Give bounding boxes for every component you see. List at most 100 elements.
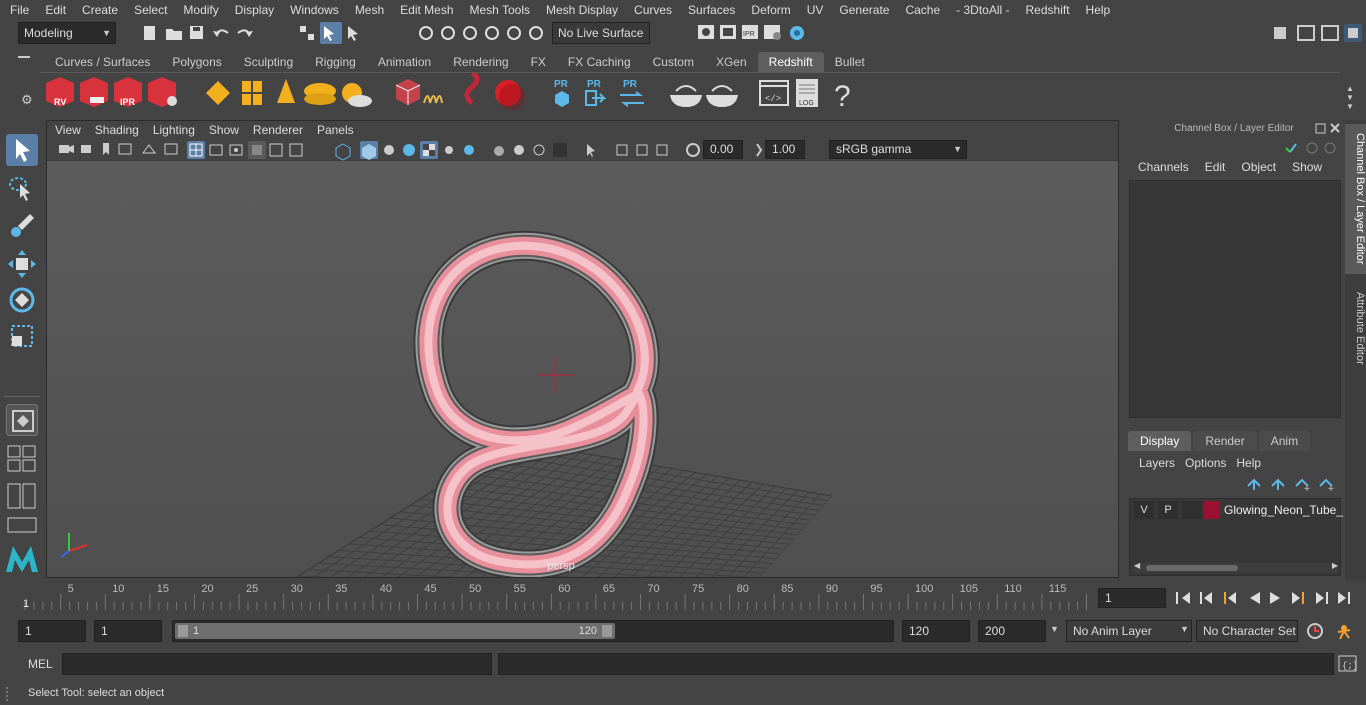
select-by-object-icon[interactable] bbox=[348, 26, 358, 41]
help-icon[interactable]: ? bbox=[834, 80, 851, 113]
play-forward-icon[interactable] bbox=[1270, 592, 1280, 604]
gamma-field[interactable]: 1.00 bbox=[765, 140, 805, 159]
safe-action-icon[interactable] bbox=[269, 143, 283, 157]
xray-icon[interactable] bbox=[423, 144, 435, 156]
shelf-menu-icon[interactable] bbox=[18, 56, 30, 58]
tab-attribute-editor[interactable]: Attribute Editor bbox=[1345, 282, 1366, 374]
viewport-menu-lighting[interactable]: Lighting bbox=[145, 121, 201, 139]
camera-attributes-icon[interactable] bbox=[81, 145, 91, 153]
open-scene-icon[interactable] bbox=[166, 29, 182, 40]
channel-box-menu-object[interactable]: Object bbox=[1233, 160, 1284, 174]
viewport-menu-panels[interactable]: Panels bbox=[309, 121, 360, 139]
anim-layer-dropdown[interactable]: No Anim Layer bbox=[1066, 620, 1192, 642]
show-manipulator-icon[interactable] bbox=[6, 404, 38, 436]
viewport-menu-show[interactable]: Show bbox=[201, 121, 245, 139]
shelf-tab-custom[interactable]: Custom bbox=[641, 52, 705, 72]
step-back-key-icon[interactable] bbox=[1200, 592, 1212, 604]
menu-edit[interactable]: Edit bbox=[36, 0, 73, 20]
pr-swap-icon[interactable]: PR bbox=[620, 79, 644, 107]
attribute-editor-toggle-icon[interactable] bbox=[1297, 25, 1315, 41]
render-frame-icon[interactable] bbox=[720, 25, 736, 39]
volume-icon[interactable] bbox=[464, 70, 480, 105]
hair-icon[interactable] bbox=[423, 95, 443, 104]
gate-mask-icon[interactable] bbox=[229, 144, 243, 156]
exposure-icon[interactable] bbox=[686, 143, 700, 157]
shading-wireframe-icon[interactable] bbox=[335, 143, 351, 161]
play-backward-icon[interactable] bbox=[1250, 592, 1260, 604]
menu-surfaces[interactable]: Surfaces bbox=[679, 0, 742, 20]
layer-visibility-toggle[interactable]: V bbox=[1134, 501, 1154, 519]
menu-edit-mesh[interactable]: Edit Mesh bbox=[391, 0, 460, 20]
channel-box-area[interactable] bbox=[1129, 180, 1341, 418]
hyper-icon[interactable] bbox=[1324, 142, 1336, 154]
sun-light-icon[interactable] bbox=[342, 83, 372, 107]
rotate-tool-icon[interactable] bbox=[6, 284, 38, 316]
layer-tab-display[interactable]: Display bbox=[1128, 431, 1192, 451]
select-by-hierarchy-icon[interactable] bbox=[300, 26, 314, 40]
move-tool-icon[interactable] bbox=[6, 248, 38, 280]
snap-view-plane-icon[interactable] bbox=[485, 26, 499, 40]
menu-3dtoall[interactable]: - 3DtoAll - bbox=[947, 0, 1016, 20]
safe-title-icon[interactable] bbox=[289, 143, 303, 157]
step-back-frame-icon[interactable] bbox=[1224, 592, 1236, 604]
menu-modify[interactable]: Modify bbox=[174, 0, 225, 20]
hypershade-icon[interactable] bbox=[790, 26, 804, 40]
channel-box-menu-channels[interactable]: Channels bbox=[1130, 160, 1197, 174]
animation-preferences-icon[interactable] bbox=[1337, 625, 1351, 640]
layer-tab-anim[interactable]: Anim bbox=[1258, 431, 1311, 451]
redshift-ipr-icon[interactable]: IPR bbox=[114, 77, 142, 107]
snap-curve-icon[interactable] bbox=[441, 26, 455, 40]
menu-mesh-display[interactable]: Mesh Display bbox=[537, 0, 625, 20]
menu-select[interactable]: Select bbox=[125, 0, 174, 20]
snap-point-icon[interactable] bbox=[463, 26, 477, 40]
image-plane-icon[interactable] bbox=[118, 143, 132, 155]
ipr-render-icon[interactable]: IPR bbox=[742, 25, 758, 39]
proxy-icon[interactable] bbox=[395, 79, 421, 105]
gamma-icon[interactable] bbox=[756, 143, 763, 157]
go-to-end-icon[interactable] bbox=[1338, 592, 1350, 604]
bookmark-icon[interactable] bbox=[103, 143, 109, 155]
motion-blur-icon[interactable] bbox=[533, 144, 545, 156]
shelf-settings-icon[interactable]: ⚙ bbox=[21, 92, 33, 108]
script-editor-icon[interactable]: </> bbox=[759, 80, 789, 106]
shelf-tab-polygons[interactable]: Polygons bbox=[161, 52, 233, 72]
menu-display[interactable]: Display bbox=[226, 0, 281, 20]
axis-manip-icon[interactable] bbox=[1285, 143, 1297, 153]
menu-redshift[interactable]: Redshift bbox=[1017, 0, 1077, 20]
modeling-toolkit-icon[interactable] bbox=[1274, 27, 1286, 39]
paint-select-tool-icon[interactable] bbox=[6, 210, 38, 242]
dome-light-icon[interactable] bbox=[304, 83, 336, 105]
speed-icon[interactable] bbox=[1306, 142, 1318, 154]
current-frame-field[interactable]: 1 bbox=[1098, 588, 1166, 608]
animation-start-field[interactable]: 1 bbox=[18, 620, 86, 642]
menu-windows[interactable]: Windows bbox=[281, 0, 346, 20]
shelf-tab-rigging[interactable]: Rigging bbox=[304, 52, 367, 72]
layout-quad-icon[interactable] bbox=[6, 444, 38, 472]
timeline-current-frame-marker[interactable]: 1 bbox=[23, 598, 29, 610]
layout-single-icon[interactable] bbox=[6, 516, 38, 534]
workspace-dropdown[interactable]: Modeling ▼ bbox=[18, 22, 116, 44]
shelf-tab-curves-surfaces[interactable]: Curves / Surfaces bbox=[44, 52, 162, 72]
range-slider-track[interactable]: 1 120 bbox=[172, 620, 894, 642]
exposure-field[interactable]: 0.00 bbox=[703, 140, 743, 159]
range-slider-left-grip[interactable] bbox=[178, 625, 188, 637]
new-layer-icon[interactable]: + bbox=[1295, 478, 1310, 494]
lighting-icon[interactable] bbox=[445, 146, 453, 154]
ambient-occlusion-icon[interactable] bbox=[514, 145, 524, 155]
live-surface-field[interactable]: No Live Surface bbox=[552, 22, 650, 44]
move-layer-down-icon[interactable] bbox=[1271, 478, 1285, 490]
chevron-down-icon[interactable]: ▼ bbox=[1180, 624, 1189, 634]
tool-settings-toggle-icon[interactable] bbox=[1321, 25, 1339, 41]
shelf-tab-fx[interactable]: FX bbox=[519, 52, 557, 72]
redshift-settings-icon[interactable] bbox=[148, 77, 177, 107]
perspective-viewport[interactable]: View Shading Lighting Show Renderer Panels bbox=[46, 120, 1119, 578]
render-view-icon[interactable] bbox=[698, 25, 714, 39]
playback-start-field[interactable]: 1 bbox=[94, 620, 162, 642]
shelf-tab-redshift[interactable]: Redshift bbox=[757, 52, 824, 72]
shelf-tab-rendering[interactable]: Rendering bbox=[442, 52, 520, 72]
layer-color-swatch[interactable] bbox=[1204, 501, 1220, 519]
time-slider[interactable]: 5 10 15 20 25 30 35 40 45 50 55 60 65 70 75 80 85 90 95 100… bbox=[18, 580, 1092, 612]
menu-help[interactable]: Help bbox=[1077, 0, 1118, 20]
layer-row[interactable]: V P Glowing_Neon_Tube_ bbox=[1132, 501, 1343, 519]
film-gate-icon[interactable] bbox=[164, 143, 178, 155]
